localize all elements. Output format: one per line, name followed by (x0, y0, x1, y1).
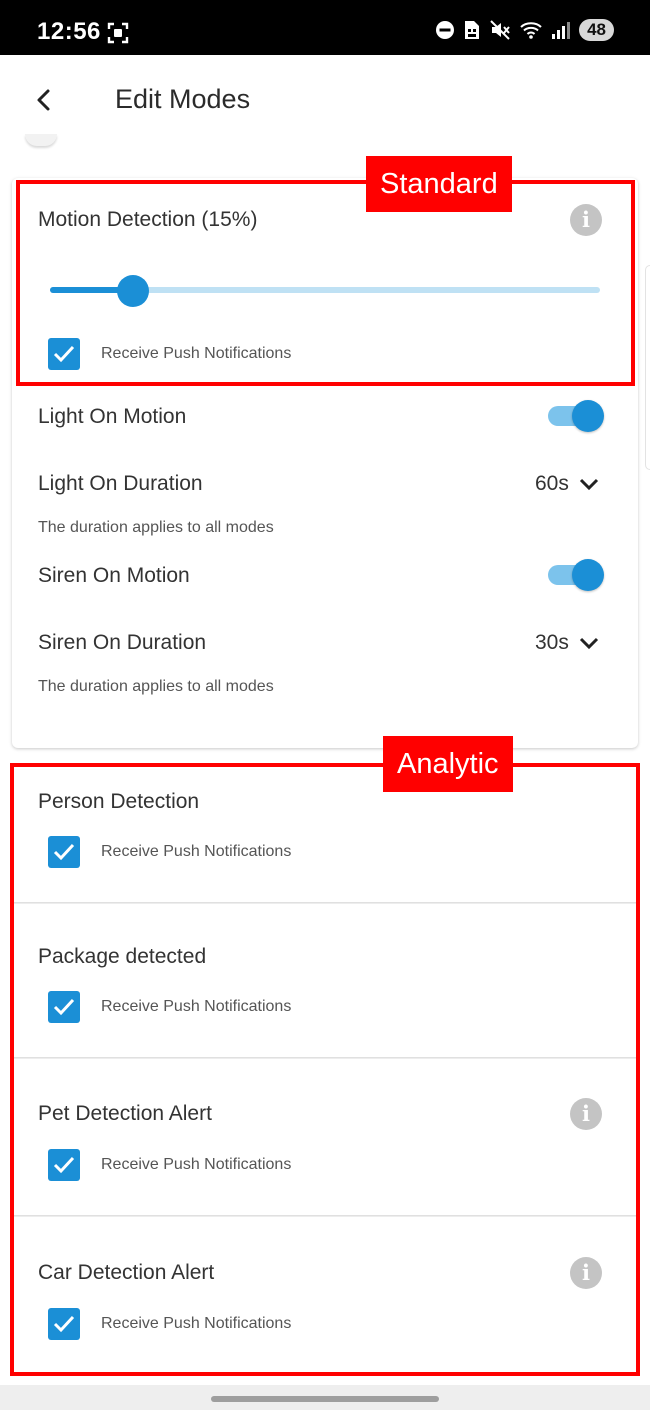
siren-on-duration-value: 30s (535, 631, 569, 654)
analytic-highlight-box (10, 763, 640, 1376)
light-on-duration-label: Light On Duration (38, 472, 203, 495)
mute-icon (490, 20, 510, 40)
siren-on-duration-label: Siren On Duration (38, 631, 207, 654)
siren-on-motion-toggle[interactable] (548, 559, 604, 591)
adjacent-card-edge (645, 265, 650, 470)
screenshot-icon (107, 22, 129, 44)
siren-on-motion-label: Siren On Motion (38, 564, 190, 587)
system-nav-bar (0, 1385, 650, 1410)
standard-highlight-box (16, 180, 635, 386)
status-time: 12:56 (37, 18, 101, 45)
sim-card-icon (465, 21, 480, 39)
status-icons: 48 (435, 19, 614, 41)
light-on-duration-dropdown[interactable]: 60s (535, 472, 599, 496)
siren-on-duration-dropdown[interactable]: 30s (535, 631, 599, 655)
status-bar: 12:56 48 (0, 0, 650, 55)
analytic-tag: Analytic (383, 736, 513, 792)
page-title: Edit Modes (115, 84, 251, 114)
home-gesture-handle[interactable] (211, 1396, 439, 1402)
signal-icon (552, 22, 571, 39)
back-button[interactable] (30, 86, 58, 114)
app-bar: Edit Modes (0, 55, 650, 145)
standard-tag: Standard (366, 156, 512, 212)
siren-on-duration-hint: The duration applies to all modes (38, 678, 274, 695)
light-on-motion-label: Light On Motion (38, 405, 187, 428)
light-on-motion-toggle[interactable] (548, 400, 604, 432)
chevron-down-icon (579, 478, 598, 491)
chevron-down-icon (579, 637, 598, 650)
battery-level: 48 (579, 19, 614, 41)
light-on-duration-hint: The duration applies to all modes (38, 519, 274, 536)
do-not-disturb-icon (436, 21, 455, 39)
wifi-icon (520, 22, 542, 39)
light-on-duration-value: 60s (535, 472, 569, 495)
